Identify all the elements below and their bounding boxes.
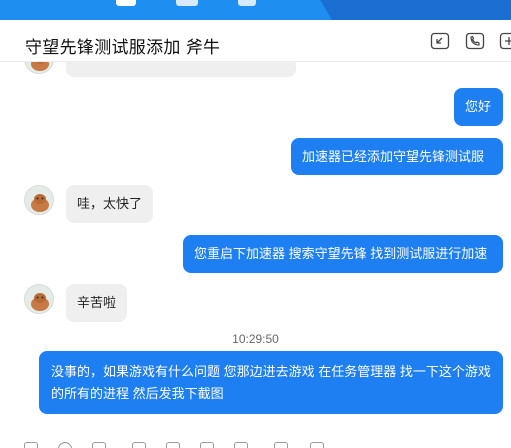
font-icon[interactable] — [24, 442, 38, 448]
chat-header: 守望先锋测试服添加 斧牛 — [0, 20, 511, 62]
message-bubble-outgoing: 您重启下加速器 搜索守望先锋 找到测试服进行加速 — [183, 235, 503, 273]
tab-chat[interactable] — [116, 0, 136, 6]
message-bubble-outgoing: 没事的，如果游戏有什么问题 您那边进去游戏 在任务管理器 找一下这个游戏的所有的… — [39, 351, 503, 414]
message-bubble-incoming: 辛苦啦 — [66, 284, 127, 322]
message-bubble-outgoing: 您好 — [454, 88, 503, 126]
add-icon[interactable] — [499, 32, 511, 50]
screenshot-icon[interactable] — [274, 442, 288, 448]
chat-title: 守望先锋测试服添加 斧牛 — [25, 38, 221, 57]
scissors-icon[interactable] — [92, 442, 106, 448]
message-bubble-previous — [66, 62, 296, 77]
tab-apps[interactable] — [238, 0, 256, 6]
input-toolbar — [0, 438, 511, 448]
tab-contacts[interactable] — [176, 0, 198, 6]
tab-bar-edge — [336, 0, 511, 20]
message-timestamp: 10:29:50 — [232, 332, 279, 346]
avatar[interactable] — [24, 284, 54, 314]
phone-icon[interactable] — [465, 32, 485, 50]
screenshot-icon[interactable] — [234, 442, 248, 448]
screenshot-icon[interactable] — [200, 442, 214, 448]
message-list[interactable]: 您好 加速器已经添加守望先锋测试服 哇，太快了 您重启下加速器 搜索守望先锋 找… — [0, 62, 511, 448]
message-bubble-outgoing: 加速器已经添加守望先锋测试服 — [291, 138, 503, 175]
avatar[interactable] — [24, 62, 54, 74]
message-bubble-incoming: 哇，太快了 — [66, 185, 153, 223]
top-tab-bar — [0, 0, 511, 20]
more-icon[interactable] — [310, 442, 324, 448]
image-icon[interactable] — [166, 442, 180, 448]
avatar[interactable] — [24, 185, 54, 215]
emoji-icon[interactable] — [58, 442, 72, 448]
folder-icon[interactable] — [132, 442, 146, 448]
minimize-window-icon[interactable] — [430, 32, 450, 50]
